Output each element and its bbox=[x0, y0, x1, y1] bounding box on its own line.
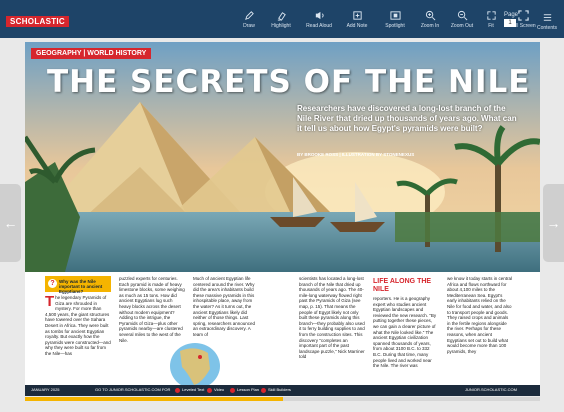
zoom-out-icon bbox=[457, 10, 467, 21]
spotlight-icon bbox=[389, 11, 401, 20]
question-icon: ? bbox=[48, 279, 57, 288]
add-note-button[interactable]: Add Note bbox=[338, 10, 376, 36]
scholastic-logo: SCHOLASTIC bbox=[6, 16, 69, 27]
category-label: GEOGRAPHY | WORLD HISTORY bbox=[31, 48, 152, 59]
column-1-text: he legendary Pyramids of Giza are shroud… bbox=[45, 295, 111, 356]
highlight-button[interactable]: Highlight bbox=[262, 10, 300, 36]
column-5-text: reporters. He is a geography expert who … bbox=[373, 296, 437, 369]
page-indicator: Page 1 bbox=[504, 12, 518, 27]
article-body: ? Why was the Nile important to ancient … bbox=[25, 272, 540, 396]
video-link[interactable]: Video bbox=[214, 387, 224, 392]
article-byline: BY BROOKE ROSS | ILLUSTRATION BY STONENE… bbox=[297, 152, 415, 157]
leveled-text-link[interactable]: Leveled Text bbox=[182, 387, 204, 392]
reading-progress-fill bbox=[25, 397, 283, 401]
article-title: THE SECRETS OF THE NILE bbox=[47, 64, 531, 100]
hero-illustration: GEOGRAPHY | WORLD HISTORY THE SECRETS OF… bbox=[25, 42, 540, 272]
spotlight-button[interactable]: Spotlight bbox=[376, 10, 414, 36]
contents-icon bbox=[543, 14, 551, 21]
leveled-text-icon bbox=[175, 388, 180, 393]
zoom-in-label: Zoom In bbox=[420, 23, 440, 29]
arrow-left-icon: ← bbox=[3, 215, 18, 231]
article-column-6: we know it today starts in central Afric… bbox=[447, 276, 513, 354]
highlighter-icon bbox=[277, 12, 286, 21]
magazine-footer: JANUARY 2025 GO TO JUNIOR.SCHOLASTIC.COM… bbox=[25, 385, 540, 396]
zoom-in-button[interactable]: Zoom In bbox=[414, 10, 446, 36]
contents-button[interactable]: Contents bbox=[534, 12, 560, 31]
article-column-2: puzzled experts for centuries. Each pyra… bbox=[119, 276, 185, 343]
highlight-label: Highlight bbox=[271, 23, 291, 29]
lesson-plan-icon bbox=[230, 388, 235, 393]
footer-promo: GO TO JUNIOR.SCHOLASTIC.COM FOR bbox=[95, 387, 171, 392]
reading-progress-bar[interactable] bbox=[25, 397, 540, 401]
full-screen-icon bbox=[517, 10, 529, 21]
next-page-button[interactable]: → bbox=[543, 184, 564, 262]
article-column-3: Much of ancient Egyptian life centered a… bbox=[193, 276, 259, 338]
zoom-out-label: Zoom Out bbox=[450, 23, 474, 29]
question-text: Why was the Nile important to ancient Eg… bbox=[59, 279, 103, 294]
article-column-5: LIFE ALONG THE NILE reporters. He is a g… bbox=[373, 276, 439, 369]
skill-builders-icon bbox=[261, 388, 266, 393]
contents-label: Contents bbox=[536, 25, 557, 31]
article-deck: Researchers have discovered a long-lost … bbox=[297, 104, 517, 133]
column-6-text: we know it today starts in central Afric… bbox=[447, 276, 513, 354]
africa-globe-icon bbox=[180, 348, 210, 385]
fit-label: Fit bbox=[488, 23, 494, 29]
zoom-out-button[interactable]: Zoom Out bbox=[446, 10, 478, 36]
fit-icon bbox=[486, 11, 496, 20]
website-url: JUNIOR.SCHOLASTIC.COM bbox=[465, 387, 518, 392]
issue-date: JANUARY 2025 bbox=[31, 387, 60, 392]
pencil-icon bbox=[244, 11, 254, 20]
video-icon bbox=[207, 388, 212, 393]
magazine-spread: GEOGRAPHY | WORLD HISTORY THE SECRETS OF… bbox=[25, 42, 540, 396]
lesson-plan-link[interactable]: Lesson Plan bbox=[237, 387, 259, 392]
page-number-input[interactable]: 1 bbox=[504, 19, 516, 27]
reader-toolbar: SCHOLASTIC Draw Highlight Read Aloud Add… bbox=[0, 0, 564, 38]
column-4-text: scientists has located a long-lost branc… bbox=[299, 276, 365, 360]
question-box: ? Why was the Nile important to ancient … bbox=[45, 276, 111, 294]
column-3-text: Much of ancient Egyptian life centered a… bbox=[193, 276, 256, 337]
prev-page-button[interactable]: ← bbox=[0, 184, 21, 262]
article-column-1: ? Why was the Nile important to ancient … bbox=[45, 276, 111, 357]
read-aloud-label: Read Aloud bbox=[306, 23, 332, 29]
page-label: Page bbox=[504, 12, 519, 18]
skill-builders-link[interactable]: Skill Builders bbox=[268, 387, 291, 392]
egypt-map-inset bbox=[169, 342, 221, 390]
article-column-4: scientists has located a long-lost branc… bbox=[299, 276, 365, 360]
zoom-in-icon bbox=[425, 10, 435, 21]
fit-button[interactable]: Fit bbox=[478, 10, 504, 36]
speaker-icon bbox=[315, 11, 324, 20]
section-subhead: LIFE ALONG THE NILE bbox=[373, 278, 432, 293]
arrow-right-icon: → bbox=[546, 215, 561, 231]
read-aloud-button[interactable]: Read Aloud bbox=[300, 10, 338, 36]
toolbar-tools: Draw Highlight Read Aloud Add Note Spotl… bbox=[236, 10, 542, 36]
drop-cap: T bbox=[45, 293, 55, 310]
add-note-label: Add Note bbox=[346, 23, 368, 29]
column-2-text: puzzled experts for centuries. Each pyra… bbox=[119, 276, 185, 343]
draw-label: Draw bbox=[243, 23, 255, 29]
note-icon bbox=[352, 11, 362, 20]
draw-button[interactable]: Draw bbox=[236, 10, 262, 36]
spotlight-label: Spotlight bbox=[385, 23, 405, 29]
